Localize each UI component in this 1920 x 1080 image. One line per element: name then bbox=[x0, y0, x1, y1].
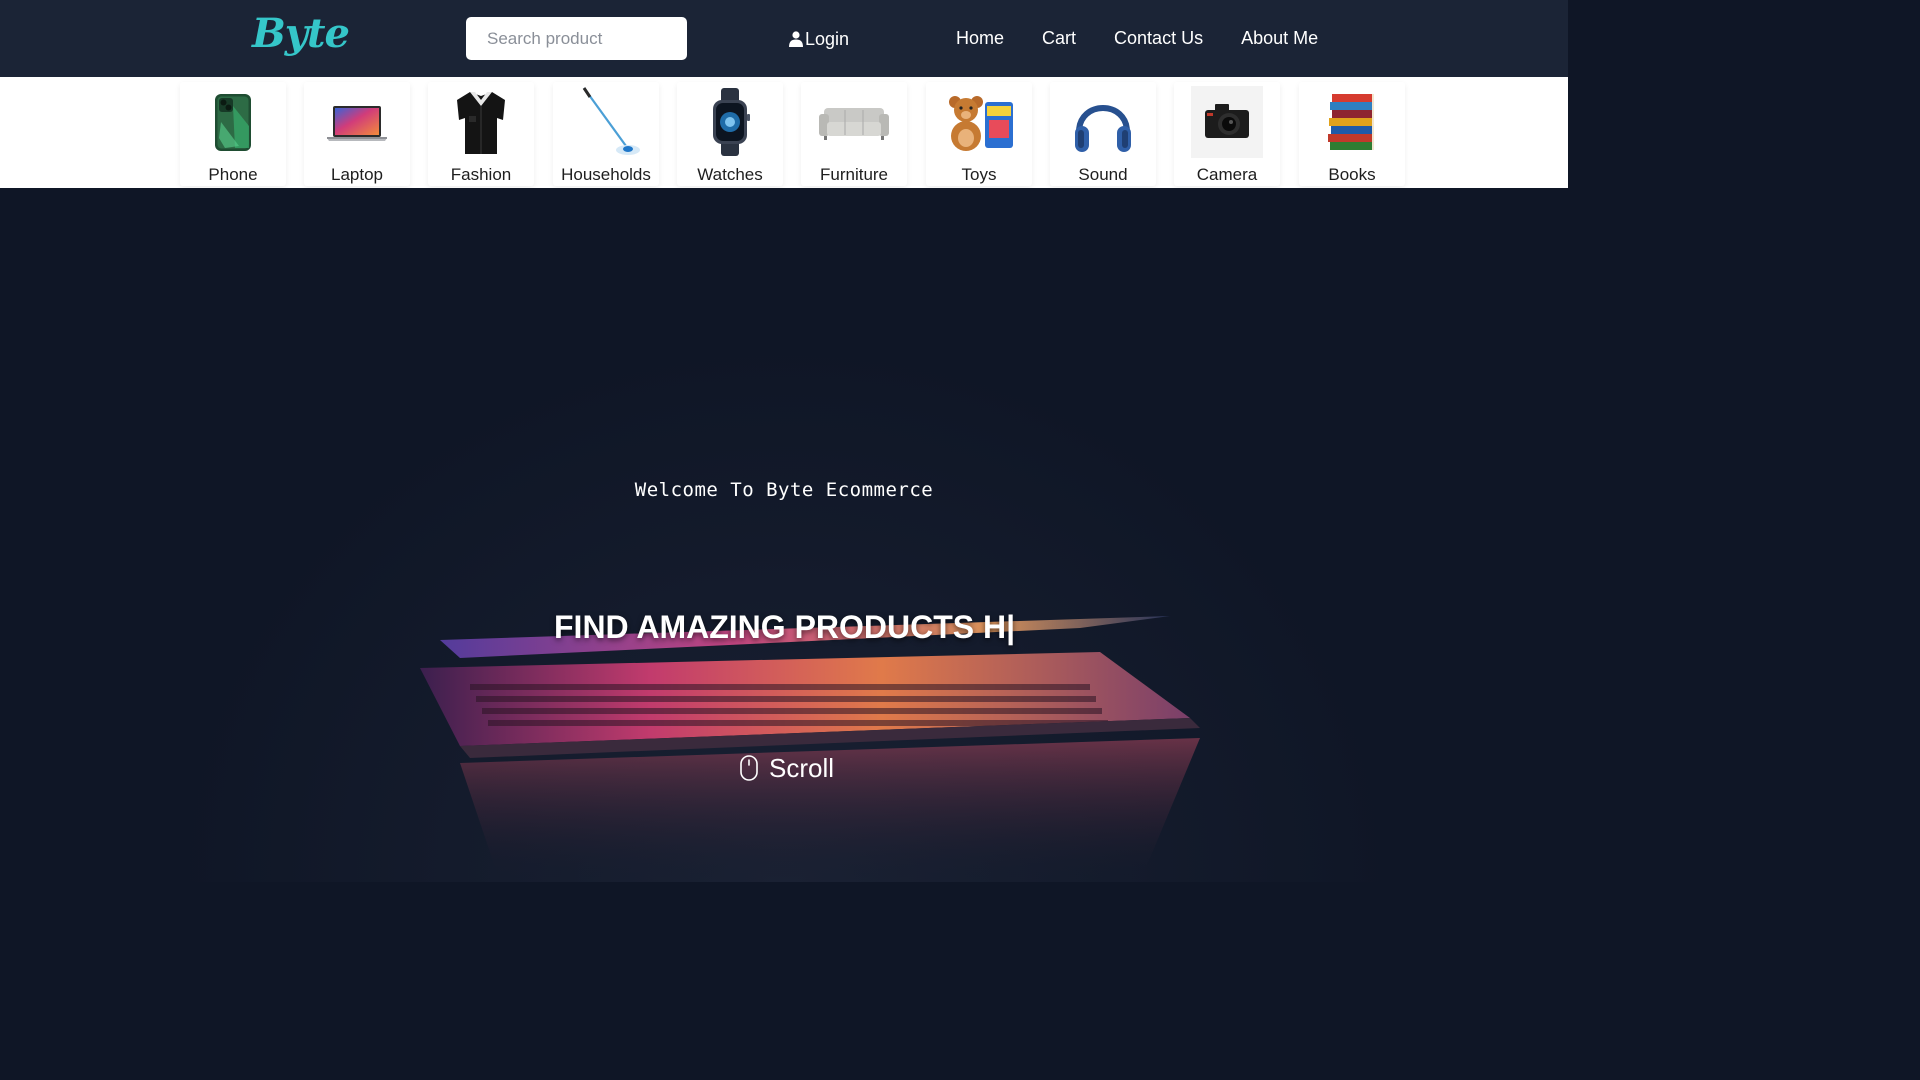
category-label: Sound bbox=[1078, 165, 1128, 184]
category-furniture[interactable]: Furniture bbox=[801, 82, 907, 186]
nav-about-link[interactable]: About Me bbox=[1241, 28, 1318, 50]
hero-banner: Welcome To Byte Ecommerce FIND AMAZING P… bbox=[0, 188, 1568, 882]
nav-cart-link[interactable]: Cart bbox=[1042, 28, 1076, 50]
category-camera[interactable]: Camera bbox=[1174, 82, 1280, 186]
user-icon bbox=[789, 31, 803, 47]
category-label: Fashion bbox=[450, 165, 512, 184]
sofa-image bbox=[816, 86, 892, 158]
brand-logo[interactable]: Byte bbox=[252, 10, 350, 57]
category-phone[interactable]: Phone bbox=[180, 82, 286, 186]
teddy-bear-image bbox=[941, 86, 1017, 158]
category-label: Books bbox=[1328, 165, 1376, 184]
category-label: Toys bbox=[961, 165, 997, 184]
category-label: Furniture bbox=[819, 165, 889, 184]
category-sound[interactable]: Sound bbox=[1050, 82, 1156, 186]
nav-contact-link[interactable]: Contact Us bbox=[1114, 28, 1203, 50]
hero-headline: FIND AMAZING PRODUCTS H| bbox=[554, 609, 1016, 645]
main-nav: Home Cart Contact Us About Me bbox=[956, 28, 1318, 50]
category-label: Phone bbox=[208, 165, 258, 184]
welcome-text: Welcome To Byte Ecommerce bbox=[634, 479, 934, 501]
category-label: Watches bbox=[697, 165, 763, 184]
category-laptop[interactable]: Laptop bbox=[304, 82, 410, 186]
category-toys[interactable]: Toys bbox=[926, 82, 1032, 186]
mop-image bbox=[568, 86, 644, 158]
search-input[interactable] bbox=[466, 17, 687, 60]
phone-image bbox=[195, 86, 271, 158]
laptop-image bbox=[319, 86, 395, 158]
scroll-button[interactable]: Scroll bbox=[739, 752, 834, 784]
shirt-image bbox=[443, 86, 519, 158]
category-fashion[interactable]: Fashion bbox=[428, 82, 534, 186]
category-label: Households bbox=[561, 165, 651, 184]
headphones-image bbox=[1065, 86, 1141, 158]
camera-image bbox=[1189, 86, 1265, 158]
category-label: Camera bbox=[1196, 165, 1258, 184]
smartwatch-image bbox=[692, 86, 768, 158]
books-image bbox=[1314, 86, 1390, 158]
mouse-icon bbox=[740, 755, 758, 781]
nav-home-link[interactable]: Home bbox=[956, 28, 1004, 50]
category-books[interactable]: Books bbox=[1299, 82, 1405, 186]
login-link[interactable]: Login bbox=[789, 28, 849, 50]
category-strip: Phone Laptop Fashion Households Watches … bbox=[0, 77, 1568, 188]
category-households[interactable]: Households bbox=[553, 82, 659, 186]
scroll-label: Scroll bbox=[769, 752, 835, 783]
category-watches[interactable]: Watches bbox=[677, 82, 783, 186]
category-label: Laptop bbox=[331, 165, 383, 184]
login-label: Login bbox=[805, 28, 850, 49]
top-navbar: Byte Login Home Cart Contact Us About Me bbox=[0, 0, 1568, 77]
